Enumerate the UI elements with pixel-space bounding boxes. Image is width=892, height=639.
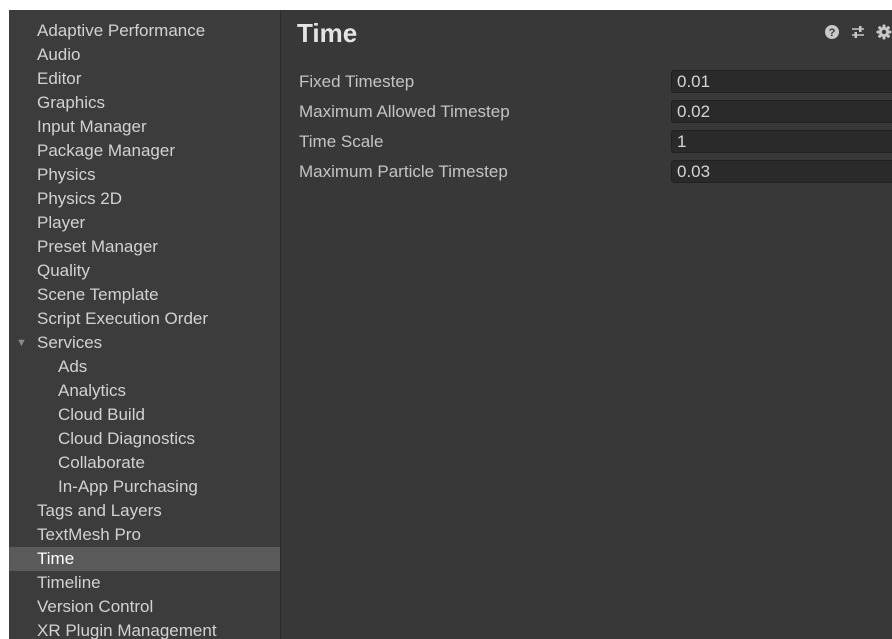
sidebar-item-label: Collaborate	[58, 453, 145, 472]
property-label-maximum-allowed-timestep: Maximum Allowed Timestep	[299, 102, 510, 121]
sidebar-item-label: Timeline	[37, 573, 101, 592]
time-properties: Fixed Timestep Maximum Allowed Timestep Ti…	[297, 69, 892, 189]
sidebar-item-label: Input Manager	[37, 117, 147, 136]
sidebar-item-label: Scene Template	[37, 285, 159, 304]
sidebar-item-adaptive-performance[interactable]: Adaptive Performance	[9, 19, 280, 43]
sidebar-item-graphics[interactable]: Graphics	[9, 91, 280, 115]
property-label-maximum-particle-timestep: Maximum Particle Timestep	[299, 162, 508, 181]
sidebar-item-version-control[interactable]: Version Control	[9, 595, 280, 619]
settings-sidebar: Adaptive Performance Audio Editor Graphics I…	[9, 10, 281, 639]
sidebar-item-label: Physics 2D	[37, 189, 123, 208]
maximum-particle-timestep-field[interactable]	[671, 160, 892, 183]
sidebar-item-analytics[interactable]: Analytics	[9, 379, 280, 403]
sidebar-item-label: Time	[37, 549, 75, 568]
sidebar-item-label: Ads	[58, 357, 88, 376]
sidebar-item-tags-and-layers[interactable]: Tags and Layers	[9, 499, 280, 523]
settings-panel: Time ? Fixed Timestep 0.01 Maximum Allow…	[281, 10, 892, 639]
sidebar-item-scene-template[interactable]: Scene Template	[9, 283, 280, 307]
sidebar-item-label: Physics	[37, 165, 96, 184]
property-row-maximum-particle-timestep: Maximum Particle Timestep	[297, 159, 892, 189]
sidebar-item-script-execution-order[interactable]: Script Execution Order	[9, 307, 280, 331]
sidebar-item-cloud-diagnostics[interactable]: Cloud Diagnostics	[9, 427, 280, 451]
sidebar-item-label: Player	[37, 213, 86, 232]
sidebar-item-services[interactable]: ▼ Services	[9, 331, 280, 355]
sidebar-item-label: Analytics	[58, 381, 127, 400]
svg-text:?: ?	[829, 27, 836, 39]
settings-gear-icon[interactable]	[876, 24, 892, 40]
sidebar-item-player[interactable]: Player	[9, 211, 280, 235]
preset-icon[interactable]	[850, 24, 866, 40]
sidebar-item-xr-plugin-management[interactable]: XR Plugin Management	[9, 619, 280, 639]
time-scale-field[interactable]	[671, 130, 892, 153]
sidebar-item-label: In-App Purchasing	[58, 477, 198, 496]
sidebar-item-collaborate[interactable]: Collaborate	[9, 451, 280, 475]
sidebar-item-timeline[interactable]: Timeline	[9, 571, 280, 595]
sidebar-item-physics-2d[interactable]: Physics 2D	[9, 187, 280, 211]
sidebar-item-input-manager[interactable]: Input Manager	[9, 115, 280, 139]
sidebar-item-label: Tags and Layers	[37, 501, 162, 520]
sidebar-item-label: Editor	[37, 69, 82, 88]
foldout-arrow-icon[interactable]: ▼	[16, 331, 27, 355]
sidebar-item-label: Quality	[37, 261, 90, 280]
sidebar-item-label: Preset Manager	[37, 237, 158, 256]
sidebar-item-label: XR Plugin Management	[37, 621, 217, 639]
sidebar-item-textmesh-pro[interactable]: TextMesh Pro	[9, 523, 280, 547]
project-settings-window: Adaptive Performance Audio Editor Graphics I…	[9, 10, 892, 639]
sidebar-item-time[interactable]: Time	[9, 547, 280, 571]
sidebar-item-label: Services	[37, 333, 103, 352]
sidebar-item-label: TextMesh Pro	[37, 525, 141, 544]
sidebar-item-label: Audio	[37, 45, 81, 64]
property-row-fixed-timestep: Fixed Timestep	[297, 69, 892, 99]
sidebar-item-in-app-purchasing[interactable]: In-App Purchasing	[9, 475, 280, 499]
sidebar-item-editor[interactable]: Editor	[9, 67, 280, 91]
sidebar-item-label: Graphics	[37, 93, 106, 112]
fixed-timestep-field[interactable]	[671, 70, 892, 93]
sidebar-item-label: Cloud Diagnostics	[58, 429, 196, 448]
property-row-maximum-allowed-timestep: Maximum Allowed Timestep	[297, 99, 892, 129]
property-label-fixed-timestep: Fixed Timestep	[299, 72, 415, 91]
sidebar-item-cloud-build[interactable]: Cloud Build	[9, 403, 280, 427]
sidebar-item-quality[interactable]: Quality	[9, 259, 280, 283]
sidebar-item-package-manager[interactable]: Package Manager	[9, 139, 280, 163]
sidebar-item-label: Version Control	[37, 597, 154, 616]
sidebar-item-physics[interactable]: Physics	[9, 163, 280, 187]
page-title: Time	[297, 18, 358, 48]
settings-category-list: Adaptive Performance Audio Editor Graphics I…	[9, 10, 280, 639]
sidebar-item-label: Adaptive Performance	[37, 21, 206, 40]
sidebar-item-audio[interactable]: Audio	[9, 43, 280, 67]
sidebar-item-preset-manager[interactable]: Preset Manager	[9, 235, 280, 259]
help-icon[interactable]: ?	[824, 24, 840, 40]
maximum-allowed-timestep-field[interactable]	[671, 100, 892, 123]
property-row-time-scale: Time Scale	[297, 129, 892, 159]
header-icons: ?	[824, 24, 892, 40]
sidebar-item-label: Cloud Build	[58, 405, 145, 424]
sidebar-item-ads[interactable]: Ads	[9, 355, 280, 379]
sidebar-item-label: Package Manager	[37, 141, 175, 160]
sidebar-item-label: Script Execution Order	[37, 309, 209, 328]
property-label-time-scale: Time Scale	[299, 132, 384, 151]
